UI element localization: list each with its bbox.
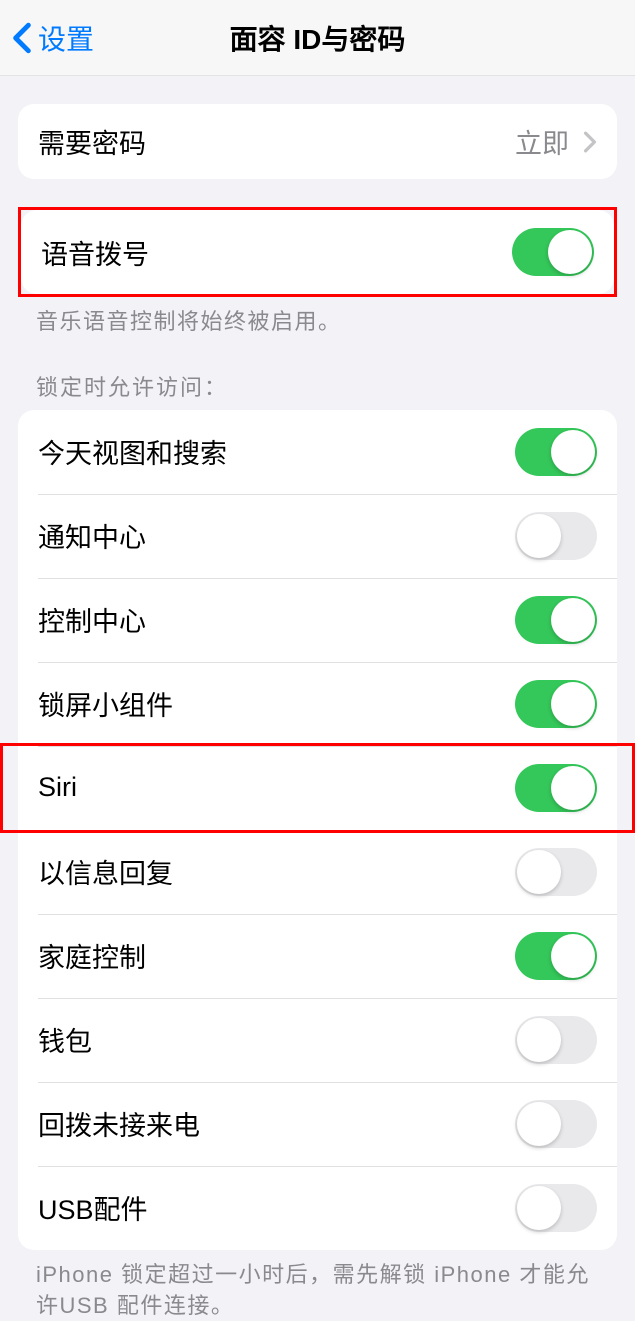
back-button[interactable]: 设置	[0, 18, 94, 58]
lock-access-row: Siri	[18, 746, 617, 830]
back-label: 设置	[38, 18, 94, 58]
toggle-knob	[548, 230, 592, 274]
lock-access-item-label: Siri	[38, 772, 77, 803]
lock-access-row: 锁屏小组件	[18, 662, 617, 746]
toggle-knob	[517, 1018, 561, 1062]
lock-access-row: 控制中心	[18, 578, 617, 662]
lock-access-item-label: USB配件	[38, 1188, 148, 1227]
lock-access-toggle[interactable]	[515, 848, 597, 896]
lock-access-footer: iPhone 锁定超过一小时后，需先解锁 iPhone 才能允许USB 配件连接…	[0, 1250, 635, 1321]
lock-access-toggle[interactable]	[515, 596, 597, 644]
lock-access-item-label: 钱包	[38, 1020, 92, 1059]
voice-dial-label: 语音拨号	[41, 233, 149, 272]
lock-access-toggle[interactable]	[515, 1100, 597, 1148]
lock-access-item-label: 通知中心	[38, 516, 146, 555]
header: 设置 面容 ID与密码	[0, 0, 635, 76]
lock-access-header: 锁定时允许访问：	[0, 338, 635, 410]
lock-access-item-label: 以信息回复	[38, 852, 173, 891]
toggle-knob	[517, 1102, 561, 1146]
require-passcode-value-text: 立即	[515, 122, 569, 161]
lock-access-item-label: 锁屏小组件	[38, 684, 173, 723]
voice-dial-group: 语音拨号	[21, 210, 614, 294]
lock-access-item-label: 今天视图和搜索	[38, 432, 227, 471]
lock-access-toggle[interactable]	[515, 428, 597, 476]
voice-dial-footer: 音乐语音控制将始终被启用。	[0, 297, 635, 338]
lock-access-toggle[interactable]	[515, 512, 597, 560]
toggle-knob	[551, 682, 595, 726]
toggle-knob	[551, 934, 595, 978]
lock-access-toggle[interactable]	[515, 932, 597, 980]
toggle-knob	[551, 766, 595, 810]
lock-access-toggle[interactable]	[515, 1184, 597, 1232]
toggle-knob	[517, 514, 561, 558]
lock-access-row: 回拨未接来电	[18, 1082, 617, 1166]
require-passcode-value: 立即	[515, 122, 597, 161]
content: 需要密码 立即 语音拨号 音乐语音控制将始终被启用。 锁定时允许访问： 今天视图…	[0, 104, 635, 1321]
toggle-knob	[517, 1186, 561, 1230]
lock-access-row: 家庭控制	[18, 914, 617, 998]
chevron-right-icon	[583, 131, 597, 153]
lock-access-row: USB配件	[18, 1166, 617, 1250]
voice-dial-toggle[interactable]	[512, 228, 594, 276]
require-passcode-row[interactable]: 需要密码 立即	[18, 104, 617, 179]
require-passcode-label: 需要密码	[38, 122, 146, 161]
lock-access-item-label: 家庭控制	[38, 936, 146, 975]
lock-access-row: 今天视图和搜索	[18, 410, 617, 494]
lock-access-group: 今天视图和搜索通知中心控制中心锁屏小组件 Siri 以信息回复家庭控制钱包回拨未接来…	[18, 410, 617, 1250]
lock-access-toggle[interactable]	[515, 680, 597, 728]
toggle-knob	[517, 850, 561, 894]
lock-access-row: 以信息回复	[18, 830, 617, 914]
lock-access-row: 钱包	[18, 998, 617, 1082]
lock-access-toggle[interactable]	[515, 1016, 597, 1064]
lock-access-item-label: 控制中心	[38, 600, 146, 639]
require-passcode-group: 需要密码 立即	[18, 104, 617, 179]
lock-access-toggle[interactable]	[515, 764, 597, 812]
chevron-left-icon	[12, 22, 32, 54]
voice-dial-highlight: 语音拨号	[18, 207, 617, 297]
page-title: 面容 ID与密码	[230, 18, 406, 58]
toggle-knob	[551, 598, 595, 642]
lock-access-row: 通知中心	[18, 494, 617, 578]
lock-access-item-label: 回拨未接来电	[38, 1104, 200, 1143]
voice-dial-row: 语音拨号	[21, 210, 614, 294]
toggle-knob	[551, 430, 595, 474]
